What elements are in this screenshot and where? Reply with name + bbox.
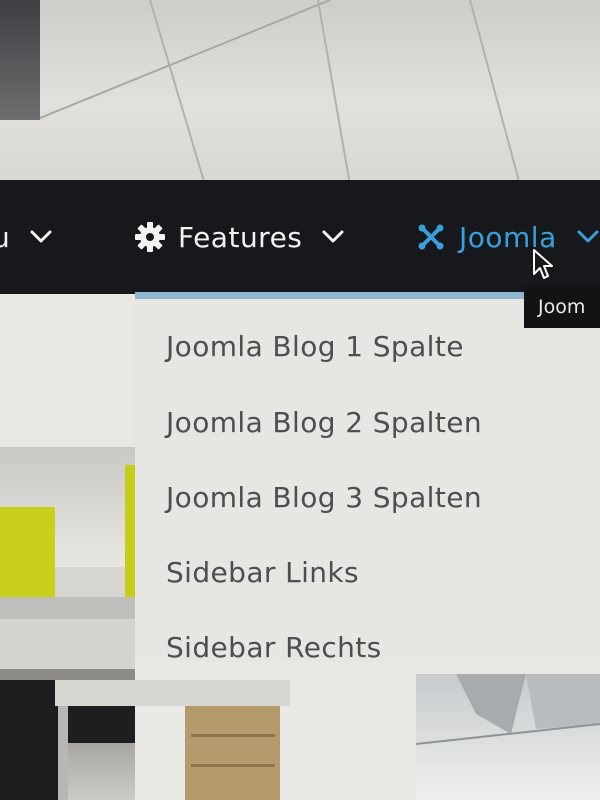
menu-item-joomla-blog-3[interactable]: Joomla Blog 3 Spalten <box>135 460 600 535</box>
nav-item-label: Features <box>178 220 303 254</box>
nav-item-features[interactable]: Features <box>134 180 344 294</box>
tooltip: Joom <box>524 286 600 328</box>
nav-item-joomla[interactable]: Joomla <box>417 180 599 294</box>
menu-item-joomla-blog-2[interactable]: Joomla Blog 2 Spalten <box>135 385 600 460</box>
dropdown-list: Joomla Blog 1 Spalte Joomla Blog 2 Spalt… <box>135 299 600 685</box>
mouse-cursor-icon <box>532 248 554 284</box>
menu-item-sidebar-rechts[interactable]: Sidebar Rechts <box>135 610 600 685</box>
background-ceiling <box>0 0 600 185</box>
nav-item-previous[interactable]: u <box>0 180 52 294</box>
chevron-down-icon <box>577 230 599 244</box>
menu-item-sidebar-links[interactable]: Sidebar Links <box>135 535 600 610</box>
main-navbar: u Features Joomla <box>0 180 600 294</box>
gear-icon <box>134 221 166 253</box>
ceiling-lines <box>39 0 521 185</box>
joomla-logo-icon <box>417 223 445 251</box>
architecture-image <box>416 674 600 800</box>
chevron-down-icon <box>30 230 52 244</box>
features-dropdown-menu: Joomla Blog 1 Spalte Joomla Blog 2 Spalt… <box>135 292 600 664</box>
chevron-down-icon <box>322 230 344 244</box>
nav-item-label: u <box>0 220 11 254</box>
